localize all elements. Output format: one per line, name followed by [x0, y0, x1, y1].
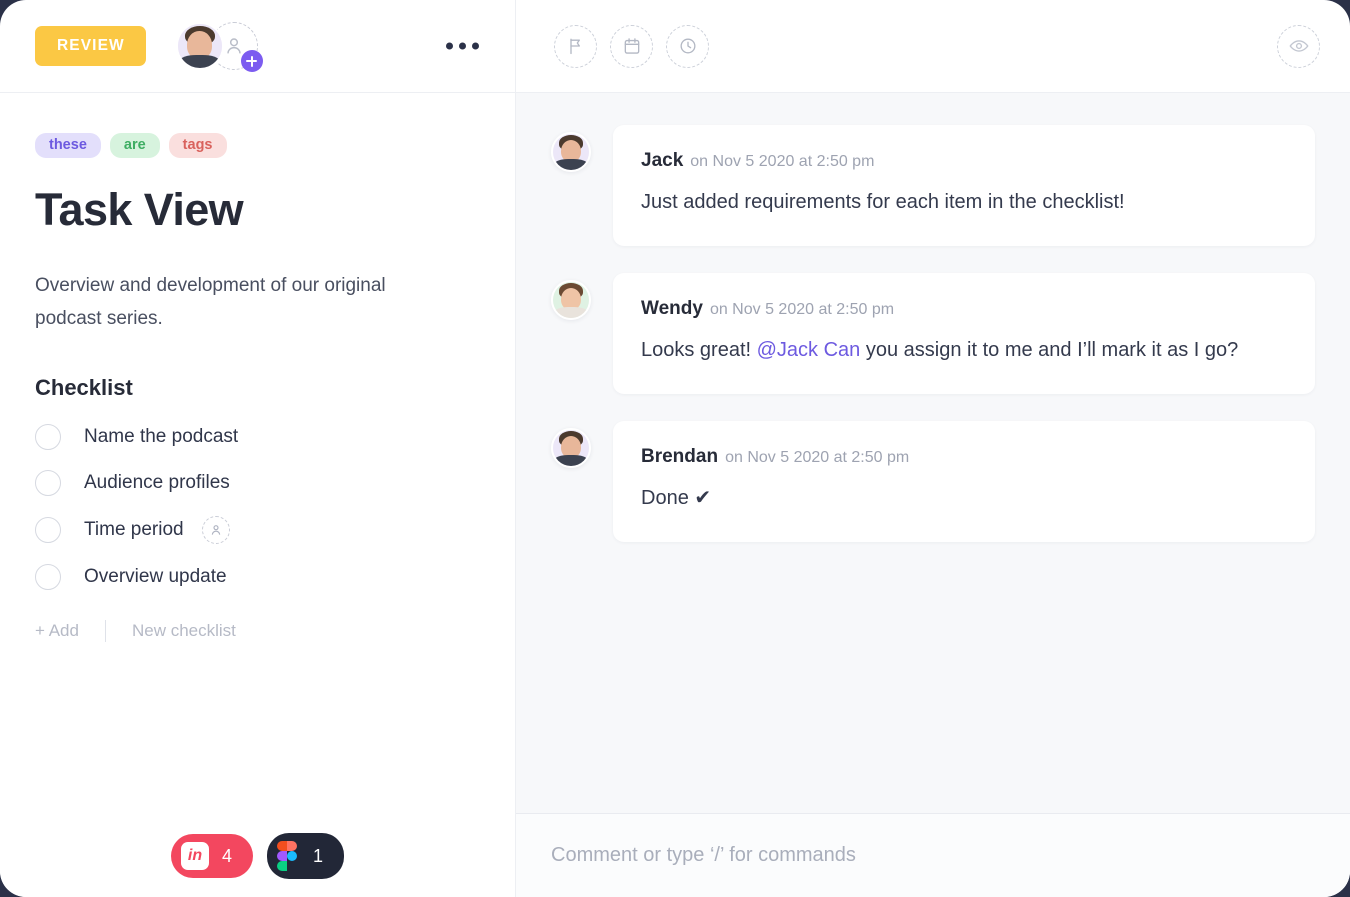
assignee-group[interactable] — [175, 22, 263, 72]
add-icon — [240, 50, 263, 72]
task-description[interactable]: Overview and development of our original… — [35, 269, 395, 335]
task-detail-pane: these are tags Task View Overview and de… — [0, 93, 516, 897]
new-checklist-button[interactable]: New checklist — [132, 621, 236, 641]
avatar[interactable] — [175, 22, 224, 70]
activity-pane: Jack on Nov 5 2020 at 2:50 pm Just added … — [516, 93, 1350, 897]
task-view-card: REVIEW these are tags Task View Overview… — [0, 0, 1350, 897]
calendar-icon — [624, 38, 639, 54]
comment-text-segment: you assign it to me and I’ll mark it as … — [860, 339, 1239, 361]
task-detail-content: these are tags Task View Overview and de… — [0, 93, 515, 897]
comment-timestamp: on Nov 5 2020 at 2:50 pm — [709, 301, 895, 318]
tag-tags[interactable]: tags — [168, 133, 227, 158]
comment-composer[interactable] — [516, 813, 1350, 897]
invision-count: 4 — [221, 845, 232, 866]
comment-item: Jack on Nov 5 2020 at 2:50 pm Just added … — [551, 125, 1315, 246]
comment-author: Jack — [641, 150, 684, 171]
checklist-item-label: Overview update — [84, 566, 227, 587]
comment-text-segment: Just added requirements for each item in… — [641, 191, 1125, 213]
comment-text-segment: Looks great! — [641, 339, 757, 361]
comment-input[interactable] — [551, 844, 1315, 867]
checklist-actions: + Add New checklist — [35, 620, 480, 642]
comment-text: Looks great! @Jack Can you assign it to … — [641, 334, 1285, 367]
comment-bubble[interactable]: Jack on Nov 5 2020 at 2:50 pm Just added … — [613, 125, 1315, 246]
checkbox-icon[interactable] — [35, 564, 61, 590]
due-date-button[interactable] — [610, 24, 653, 68]
eye-icon — [1288, 40, 1309, 52]
top-bar-left: REVIEW — [0, 0, 516, 92]
comment-header: Brendan on Nov 5 2020 at 2:50 pm — [641, 446, 1285, 468]
tag-these[interactable]: these — [35, 133, 101, 158]
flag-button[interactable] — [554, 24, 597, 68]
checklist-item[interactable]: Audience profiles — [35, 470, 480, 496]
divider — [104, 620, 106, 642]
comment-header: Jack on Nov 5 2020 at 2:50 pm — [641, 150, 1285, 172]
checklist-item[interactable]: Name the podcast — [35, 424, 480, 450]
more-options-button[interactable] — [438, 35, 487, 58]
comment-author: Wendy — [641, 298, 703, 319]
comment-text: Just added requirements for each item in… — [641, 186, 1285, 219]
checklist-item-label: Time period — [84, 519, 184, 540]
flag-icon — [569, 38, 580, 55]
top-bar-right — [516, 0, 1350, 92]
integration-badges: in 4 1 — [0, 833, 515, 879]
tag-are[interactable]: are — [109, 133, 160, 158]
comment-item: Brendan on Nov 5 2020 at 2:50 pm Done ✔ — [551, 421, 1315, 542]
comment-list: Jack on Nov 5 2020 at 2:50 pm Just added … — [516, 93, 1350, 813]
checkbox-icon[interactable] — [35, 517, 61, 543]
figma-count: 1 — [313, 845, 324, 866]
assign-checklist-item-button[interactable] — [201, 516, 230, 544]
person-icon — [211, 525, 220, 535]
invision-icon: in — [180, 842, 209, 870]
top-bar: REVIEW — [0, 0, 1350, 93]
comment-bubble[interactable]: Brendan on Nov 5 2020 at 2:50 pm Done ✔ — [613, 421, 1315, 542]
checkbox-icon[interactable] — [35, 470, 61, 496]
comment-bubble[interactable]: Wendy on Nov 5 2020 at 2:50 pm Looks grea… — [613, 273, 1315, 394]
checklist-item-label: Audience profiles — [84, 472, 230, 493]
comment-timestamp: on Nov 5 2020 at 2:50 pm — [690, 153, 875, 170]
figma-badge[interactable]: 1 — [267, 833, 345, 879]
watch-button[interactable] — [1277, 24, 1320, 68]
checklist-item[interactable]: Time period — [35, 516, 480, 544]
figma-icon — [277, 841, 299, 871]
tag-list: these are tags — [35, 133, 480, 158]
status-button[interactable]: REVIEW — [35, 26, 146, 66]
avatar[interactable] — [551, 132, 591, 172]
comment-timestamp: on Nov 5 2020 at 2:50 pm — [725, 449, 910, 466]
comment-header: Wendy on Nov 5 2020 at 2:50 pm — [641, 298, 1285, 320]
comment-author: Brendan — [641, 446, 719, 467]
checkbox-icon[interactable] — [35, 424, 61, 450]
checklist: Name the podcast Audience profiles Time … — [35, 424, 480, 590]
clock-icon — [680, 38, 695, 54]
time-estimate-button[interactable] — [666, 24, 709, 68]
person-icon — [227, 38, 241, 54]
checklist-item-label: Name the podcast — [84, 426, 239, 447]
main-body: these are tags Task View Overview and de… — [0, 93, 1350, 897]
avatar[interactable] — [551, 280, 591, 320]
avatar[interactable] — [551, 428, 591, 468]
page-title: Task View — [35, 184, 244, 235]
add-checklist-item-button[interactable]: + Add — [35, 621, 79, 641]
comment-item: Wendy on Nov 5 2020 at 2:50 pm Looks grea… — [551, 273, 1315, 394]
mention-link[interactable]: @Jack Can — [757, 339, 861, 361]
invision-badge[interactable]: in 4 — [170, 834, 253, 878]
more-horizontal-icon — [446, 42, 453, 50]
comment-text-segment: Done ✔ — [641, 487, 712, 509]
checklist-heading: Checklist — [35, 375, 133, 400]
avatar-image — [177, 24, 222, 68]
checklist-item[interactable]: Overview update — [35, 564, 480, 590]
comment-text: Done ✔ — [641, 482, 1285, 515]
